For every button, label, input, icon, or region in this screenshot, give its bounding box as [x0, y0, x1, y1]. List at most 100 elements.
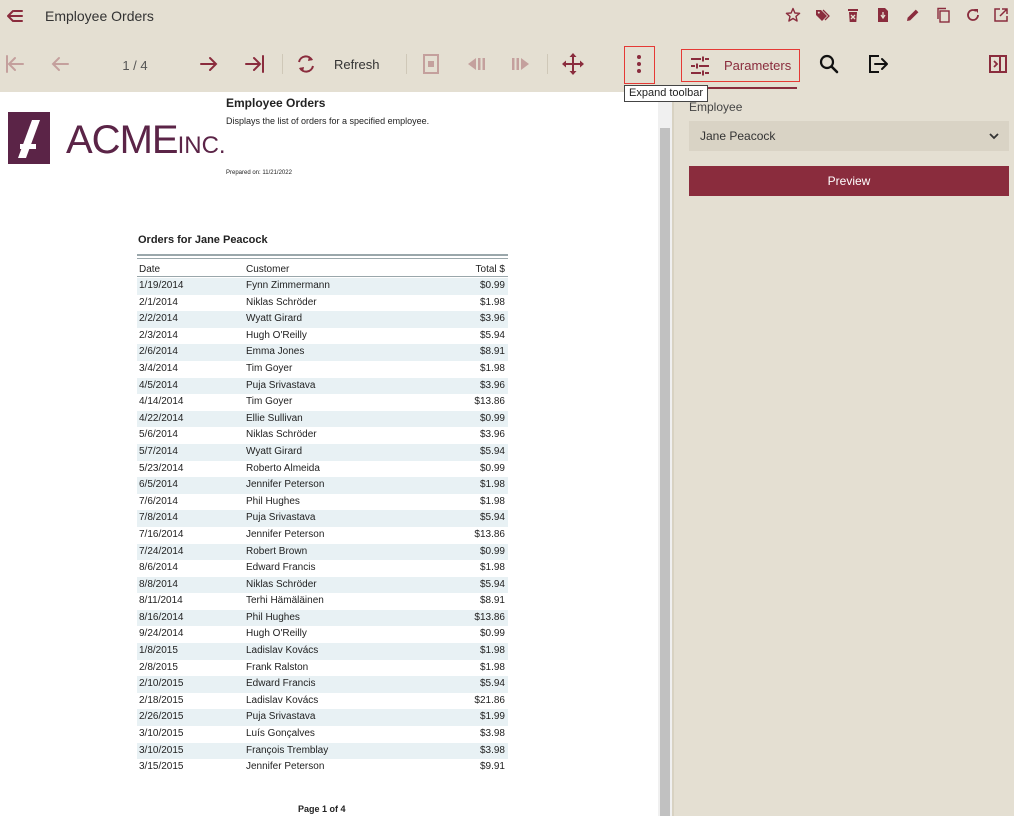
acme-logo-text: ACMEINC.: [66, 118, 226, 162]
previous-page-icon[interactable]: [48, 52, 72, 76]
sliders-icon: [689, 55, 711, 77]
copy-icon[interactable]: [932, 4, 954, 26]
cell-total: $9.91: [479, 761, 505, 773]
table-row: 6/5/2014 Jennifer Peterson $1.98: [137, 477, 508, 494]
cell-total: $5.94: [479, 512, 505, 524]
report-toolbar: 1 / 4 Refresh Parameters: [0, 38, 1014, 90]
refresh-icon[interactable]: [294, 52, 318, 76]
export-icon[interactable]: [866, 52, 890, 76]
table-row: 5/7/2014 Wyatt Girard $5.94: [137, 443, 508, 461]
cell-total: $0.99: [479, 412, 505, 424]
cell-total: $3.96: [479, 313, 505, 325]
employee-select[interactable]: Jane Peacock: [689, 121, 1009, 151]
cell-date: 4/22/2014: [139, 412, 184, 424]
prepared-date: Prepared on: 11/21/2022: [226, 170, 292, 176]
cell-total: $1.98: [479, 362, 505, 374]
cell-customer: Jennifer Peterson: [246, 528, 325, 540]
edit-icon[interactable]: [902, 4, 924, 26]
table-rule: [137, 258, 508, 259]
cell-total: $5.94: [479, 445, 505, 457]
table-row: 3/4/2014 Tim Goyer $1.98: [137, 361, 508, 378]
cell-date: 2/6/2014: [139, 346, 178, 358]
report-viewer: ACMEINC. Employee Orders Displays the li…: [0, 92, 658, 816]
reload-icon[interactable]: [962, 4, 984, 26]
last-page-icon[interactable]: [243, 52, 267, 76]
table-row: 2/26/2015 Puja Srivastava $1.99: [137, 709, 508, 727]
first-page-icon[interactable]: [3, 52, 27, 76]
table-row: 2/6/2014 Emma Jones $8.91: [137, 344, 508, 361]
toolbar-separator: [547, 54, 548, 74]
table-row: 8/16/2014 Phil Hughes $13.86: [137, 609, 508, 627]
table-header: Date Customer Total $: [137, 263, 508, 277]
cell-customer: Wyatt Girard: [246, 313, 303, 325]
forward-icon[interactable]: [509, 52, 533, 76]
cell-customer: Hugh O'Reilly: [246, 329, 307, 341]
cell-customer: Puja Srivastava: [246, 379, 316, 391]
cell-customer: Tim Goyer: [246, 396, 293, 408]
table-rule: [137, 254, 508, 256]
cell-customer: Fynn Zimmermann: [246, 280, 330, 291]
orders-heading: Orders for Jane Peacock: [138, 234, 268, 246]
cell-customer: Edward Francis: [246, 678, 316, 690]
table-row: 3/15/2015 Jennifer Peterson $9.91: [137, 759, 508, 776]
report-scrollbar-thumb[interactable]: [660, 128, 670, 816]
cell-total: $8.91: [479, 595, 505, 607]
cell-date: 8/16/2014: [139, 611, 184, 623]
cell-customer: Niklas Schröder: [246, 429, 317, 441]
acme-logo: ACMEINC.: [8, 110, 226, 166]
cell-customer: Hugh O'Reilly: [246, 628, 307, 640]
backward-icon[interactable]: [464, 52, 488, 76]
cell-date: 3/10/2015: [139, 744, 184, 756]
cell-customer: Puja Srivastava: [246, 512, 316, 524]
cell-date: 1/19/2014: [139, 280, 184, 291]
acme-logo-mark: [8, 112, 50, 164]
cell-customer: Phil Hughes: [246, 611, 300, 623]
cell-date: 7/6/2014: [139, 495, 178, 507]
cell-total: $0.99: [479, 545, 505, 557]
cell-customer: Ladislav Kovács: [246, 645, 319, 657]
cell-date: 3/15/2015: [139, 761, 184, 773]
report-title: Employee Orders: [226, 96, 326, 110]
cell-customer: Roberto Almeida: [246, 462, 320, 474]
toolbar-separator: [282, 54, 283, 74]
preview-button[interactable]: Preview: [689, 166, 1009, 196]
collapse-menu-icon[interactable]: [5, 6, 25, 26]
cell-customer: Frank Ralston: [246, 661, 309, 673]
cell-customer: Edward Francis: [246, 562, 316, 574]
cell-total: $5.94: [479, 329, 505, 341]
cell-date: 2/10/2015: [139, 678, 184, 690]
search-icon[interactable]: [817, 52, 841, 76]
cell-date: 8/11/2014: [139, 595, 183, 607]
star-icon[interactable]: [782, 4, 804, 26]
tag-icon[interactable]: [812, 4, 834, 26]
more-vertical-icon[interactable]: [627, 52, 651, 76]
move-icon[interactable]: [561, 52, 585, 76]
column-header-date: Date: [139, 264, 161, 275]
table-row: 1/8/2015 Ladislav Kovács $1.98: [137, 643, 508, 660]
open-external-icon[interactable]: [990, 4, 1012, 26]
cell-customer: Terhi Hämäläinen: [246, 595, 324, 607]
page-number-display[interactable]: 1 / 4: [110, 58, 160, 73]
cell-total: $1.98: [479, 296, 505, 308]
table-row: 2/8/2015 Frank Ralston $1.98: [137, 660, 508, 677]
cell-customer: Emma Jones: [246, 346, 305, 358]
delete-icon[interactable]: [842, 4, 864, 26]
page-view-icon[interactable]: [419, 52, 443, 76]
next-page-icon[interactable]: [197, 52, 221, 76]
cell-total: $0.99: [479, 628, 505, 640]
refresh-button[interactable]: Refresh: [334, 57, 380, 72]
report-subtitle: Displays the list of orders for a specif…: [226, 116, 430, 126]
toggle-sidebar-icon[interactable]: [986, 52, 1010, 76]
cell-total: $13.86: [474, 611, 505, 623]
chevron-down-icon: [988, 130, 1000, 142]
cell-total: $1.98: [479, 479, 505, 491]
cell-date: 7/16/2014: [139, 528, 184, 540]
app-title: Employee Orders: [45, 8, 154, 24]
parameters-button[interactable]: Parameters: [681, 49, 800, 82]
table-row: 7/16/2014 Jennifer Peterson $13.86: [137, 527, 508, 544]
export-pdf-icon[interactable]: [872, 4, 894, 26]
cell-date: 3/4/2014: [139, 362, 178, 374]
cell-date: 7/8/2014: [139, 512, 178, 524]
employee-label: Employee: [689, 100, 743, 114]
cell-date: 2/2/2014: [139, 313, 178, 325]
